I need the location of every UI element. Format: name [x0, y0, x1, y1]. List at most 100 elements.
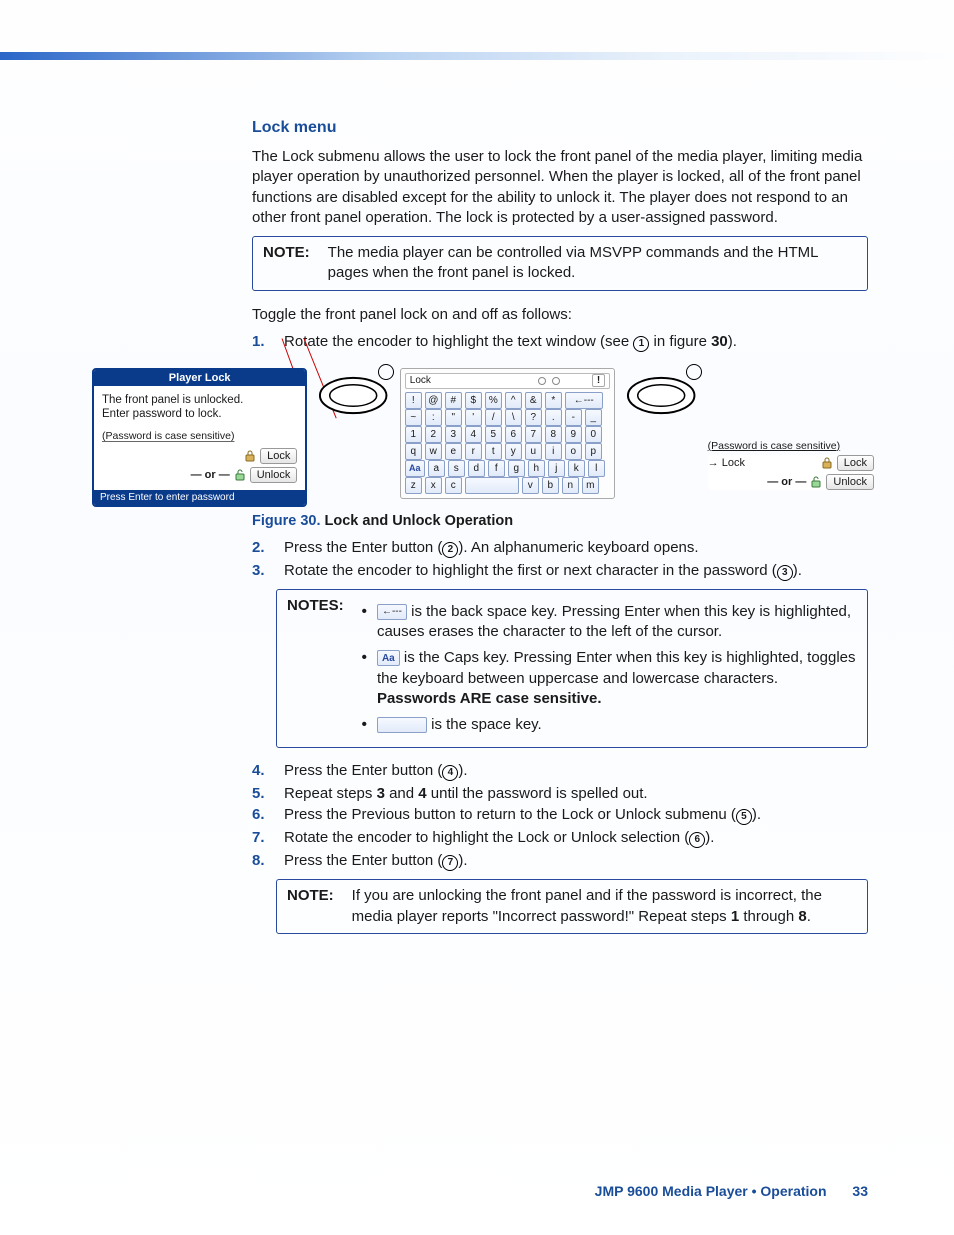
- key-'[interactable]: ': [465, 409, 482, 426]
- key-#[interactable]: #: [445, 392, 462, 409]
- key-$[interactable]: $: [465, 392, 482, 409]
- lock-row: → Lock Lock: [708, 455, 874, 471]
- key-?[interactable]: ?: [525, 409, 542, 426]
- callout-1-icon: 1: [633, 336, 649, 352]
- intro-paragraph: The Lock submenu allows the user to lock…: [252, 147, 868, 228]
- key-t[interactable]: t: [485, 443, 502, 460]
- note-box-2: NOTES: ←--- is the back space key. Press…: [276, 589, 868, 749]
- key-w[interactable]: w: [425, 443, 442, 460]
- step-text: Press the Enter button (4).: [284, 762, 868, 781]
- key-r[interactable]: r: [465, 443, 482, 460]
- key-q[interactable]: q: [405, 443, 422, 460]
- space-key-icon: [377, 717, 427, 733]
- steps-list-a: 1. Rotate the encoder to highlight the t…: [252, 333, 868, 352]
- key-_[interactable]: _: [585, 409, 602, 426]
- knob-button-icon: [378, 364, 394, 380]
- note-body: If you are unlocking the front panel and…: [352, 886, 857, 927]
- key-l[interactable]: l: [588, 460, 605, 477]
- backspace-key[interactable]: ←---: [565, 392, 603, 409]
- note-box-1: NOTE: The media player can be controlled…: [252, 236, 868, 291]
- step-number: 8.: [252, 852, 270, 871]
- note-label: NOTE:: [287, 886, 334, 927]
- panel-title: Player Lock: [94, 370, 305, 386]
- key-3[interactable]: 3: [445, 426, 462, 443]
- unlock-icon: [234, 469, 246, 481]
- key-k[interactable]: k: [568, 460, 585, 477]
- toggle-intro: Toggle the front panel lock on and off a…: [252, 305, 868, 325]
- key-"[interactable]: ": [445, 409, 462, 426]
- key-&[interactable]: &: [525, 392, 542, 409]
- key-v[interactable]: v: [522, 477, 539, 494]
- key-6[interactable]: 6: [505, 426, 522, 443]
- key-z[interactable]: z: [405, 477, 422, 494]
- step-number: 3.: [252, 562, 270, 581]
- key-~[interactable]: ~: [405, 409, 422, 426]
- lock-icon: [244, 450, 256, 462]
- key-i[interactable]: i: [545, 443, 562, 460]
- unlock-button[interactable]: Unlock: [826, 474, 874, 490]
- key-f[interactable]: f: [488, 460, 505, 477]
- note-body: The media player can be controlled via M…: [328, 243, 857, 284]
- caps-key-icon: Aa: [377, 650, 400, 666]
- or-row: — or — Unlock: [708, 474, 874, 490]
- key-7[interactable]: 7: [525, 426, 542, 443]
- step-text: Press the Previous button to return to t…: [284, 806, 868, 825]
- key-x[interactable]: x: [425, 477, 442, 494]
- keyboard-header: Lock !: [405, 373, 610, 389]
- step-number: 2.: [252, 539, 270, 558]
- key-5[interactable]: 5: [485, 426, 502, 443]
- key-0[interactable]: 0: [585, 426, 602, 443]
- lock-button[interactable]: Lock: [837, 455, 874, 471]
- key-j[interactable]: j: [548, 460, 565, 477]
- key-d[interactable]: d: [468, 460, 485, 477]
- note-label: NOTE:: [263, 243, 310, 284]
- key-a[interactable]: a: [428, 460, 445, 477]
- or-row: — or — Unlock: [102, 467, 297, 483]
- space-key[interactable]: [465, 477, 519, 494]
- key-h[interactable]: h: [528, 460, 545, 477]
- key-\[interactable]: \: [505, 409, 522, 426]
- page-content: Lock menu The Lock submenu allows the us…: [0, 0, 954, 934]
- key-p[interactable]: p: [585, 443, 602, 460]
- key-%[interactable]: %: [485, 392, 502, 409]
- key-*[interactable]: *: [545, 392, 562, 409]
- unlock-button[interactable]: Unlock: [250, 467, 298, 483]
- key-/[interactable]: /: [485, 409, 502, 426]
- note-item: ←--- is the back space key. Pressing Ent…: [362, 602, 857, 643]
- key-s[interactable]: s: [448, 460, 465, 477]
- key-e[interactable]: e: [445, 443, 462, 460]
- key-8[interactable]: 8: [545, 426, 562, 443]
- key-g[interactable]: g: [508, 460, 525, 477]
- knob-button-icon: [686, 364, 702, 380]
- step-number: 1.: [252, 333, 270, 352]
- key-![interactable]: !: [405, 392, 422, 409]
- key-9[interactable]: 9: [565, 426, 582, 443]
- led-icon: [538, 377, 546, 385]
- steps-list-c: 4. Press the Enter button (4). 5. Repeat…: [252, 762, 868, 871]
- step-text: Press the Enter button (7).: [284, 852, 868, 871]
- key-b[interactable]: b: [542, 477, 559, 494]
- status-icon: !: [592, 374, 605, 387]
- key-^[interactable]: ^: [505, 392, 522, 409]
- step-text: Press the Enter button (2). An alphanume…: [284, 539, 868, 558]
- callout-5-icon: 5: [736, 809, 752, 825]
- key-2[interactable]: 2: [425, 426, 442, 443]
- lock-button[interactable]: Lock: [260, 448, 297, 464]
- top-accent-bar: [0, 52, 954, 60]
- caps-key[interactable]: Aa: [405, 460, 425, 477]
- step-number: 7.: [252, 829, 270, 848]
- section-heading: Lock menu: [252, 119, 868, 137]
- key-4[interactable]: 4: [465, 426, 482, 443]
- key-1[interactable]: 1: [405, 426, 422, 443]
- key-:[interactable]: :: [425, 409, 442, 426]
- key-.[interactable]: .: [545, 409, 562, 426]
- key--[interactable]: -: [565, 409, 582, 426]
- key-m[interactable]: m: [582, 477, 599, 494]
- key-c[interactable]: c: [445, 477, 462, 494]
- callout-2-icon: 2: [442, 542, 458, 558]
- key-y[interactable]: y: [505, 443, 522, 460]
- key-o[interactable]: o: [565, 443, 582, 460]
- key-@[interactable]: @: [425, 392, 442, 409]
- key-n[interactable]: n: [562, 477, 579, 494]
- key-u[interactable]: u: [525, 443, 542, 460]
